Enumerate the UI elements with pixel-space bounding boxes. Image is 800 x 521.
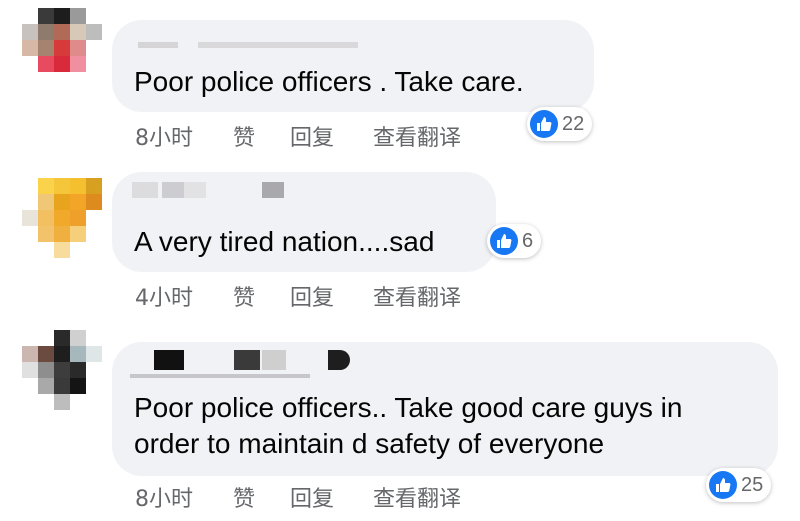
reaction-count: 22 — [562, 112, 585, 135]
like-button[interactable]: 赞 — [233, 280, 255, 312]
comment-text: order to maintain d safety of everyone — [134, 428, 605, 459]
reaction-count: 25 — [741, 473, 764, 496]
comment-bubble: A very tired nation....sad — [112, 172, 496, 272]
reply-button[interactable]: 回复 — [290, 120, 334, 152]
reply-button[interactable]: 回复 — [290, 481, 334, 513]
comment-item: A very tired nation....sad 6 4小时 赞 回复 查看… — [0, 160, 800, 330]
comment-text: Poor police officers . Take care. — [134, 66, 524, 97]
reaction-badge[interactable]: 22 — [527, 107, 593, 141]
reaction-badge[interactable]: 25 — [706, 468, 772, 502]
reply-button[interactable]: 回复 — [290, 280, 334, 312]
comment-bubble: Poor police officers . Take care. — [112, 20, 594, 112]
like-button[interactable]: 赞 — [233, 120, 255, 152]
comment-item: Poor police officers . Take care. 8小时 赞 … — [0, 0, 800, 160]
avatar[interactable] — [22, 330, 102, 410]
comment-timestamp[interactable]: 8小时 — [135, 481, 193, 513]
thumbs-up-icon — [530, 110, 558, 138]
author-name[interactable] — [138, 34, 358, 48]
comment-item: Poor police officers.. Take good care gu… — [0, 330, 800, 521]
comment-timestamp[interactable]: 8小时 — [135, 120, 193, 152]
see-translation-link[interactable]: 查看翻译 — [373, 120, 461, 152]
avatar[interactable] — [22, 178, 102, 258]
comment-timestamp[interactable]: 4小时 — [135, 280, 193, 312]
see-translation-link[interactable]: 查看翻译 — [373, 481, 461, 513]
thumbs-up-icon — [490, 227, 518, 255]
author-name[interactable] — [130, 350, 360, 378]
comment-text: Poor police officers.. Take good care gu… — [134, 392, 683, 423]
thumbs-up-icon — [709, 471, 737, 499]
avatar[interactable] — [22, 8, 102, 88]
comment-text: A very tired nation....sad — [134, 226, 435, 257]
reaction-count: 6 — [522, 229, 534, 252]
see-translation-link[interactable]: 查看翻译 — [373, 280, 461, 312]
comment-bubble: Poor police officers.. Take good care gu… — [112, 342, 778, 476]
reaction-badge[interactable]: 6 — [487, 224, 542, 258]
like-button[interactable]: 赞 — [233, 481, 255, 513]
author-name[interactable] — [132, 182, 284, 198]
